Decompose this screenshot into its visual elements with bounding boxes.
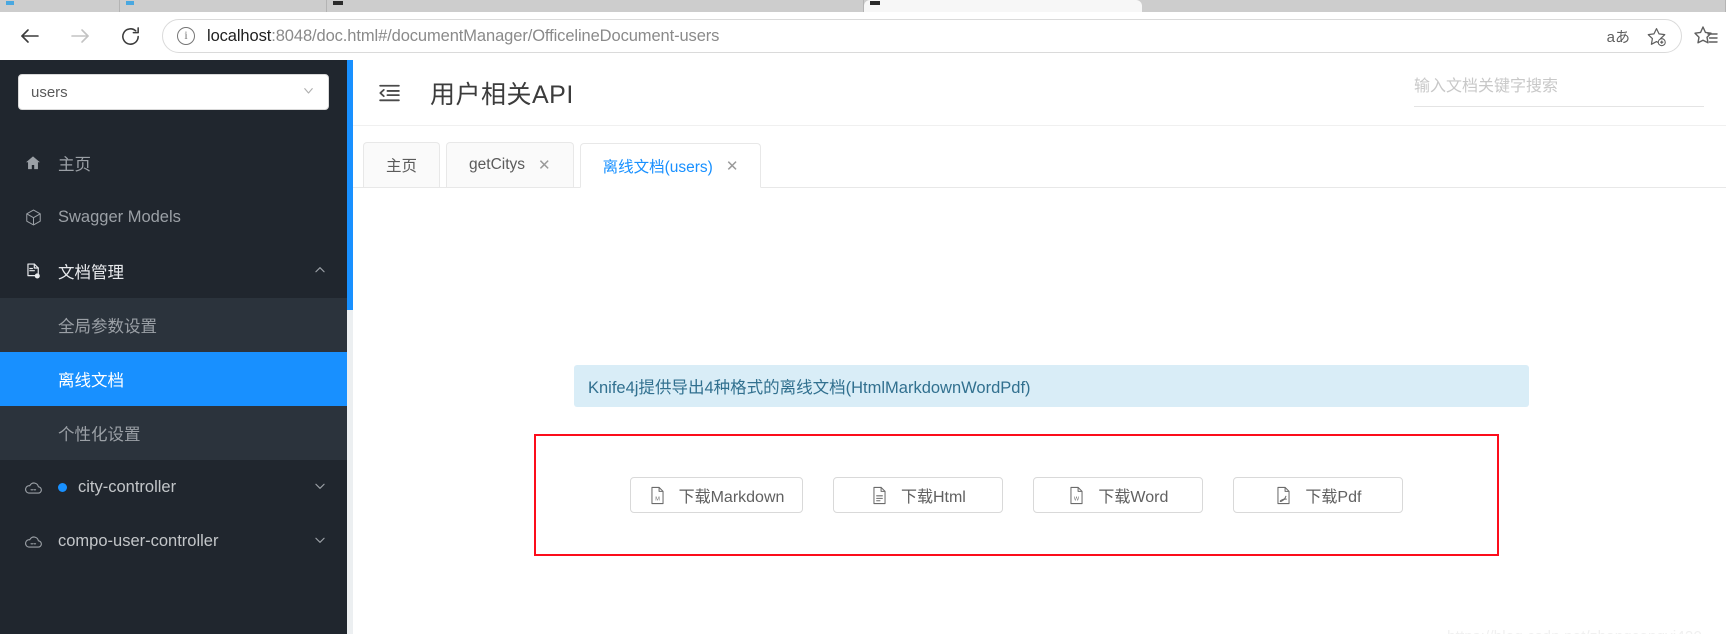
sidebar-item-compo-user-controller[interactable]: compo-user-controller	[0, 514, 347, 568]
sidebar-item-city-controller[interactable]: city-controller	[0, 460, 347, 514]
sidebar-item-label: 主页	[58, 156, 91, 174]
browser-tab[interactable]	[1142, 0, 1726, 12]
tab-getcitys[interactable]: getCitys ✕	[446, 142, 574, 187]
svg-text:M: M	[655, 496, 660, 502]
file-markdown-icon: M	[649, 486, 666, 505]
document-tabs: 主页 getCitys ✕ 离线文档(users) ✕	[353, 126, 1726, 188]
address-bar[interactable]: i localhost:8048/doc.html#/documentManag…	[162, 19, 1682, 53]
tab-label: getCitys	[469, 156, 526, 173]
sidebar-subitem-label: 个性化设置	[58, 426, 141, 444]
cube-icon	[22, 208, 44, 227]
browser-tab-strip	[0, 0, 1726, 12]
file-word-icon: W	[1068, 486, 1085, 505]
sidebar-item-global-params[interactable]: 全局参数设置	[0, 298, 347, 352]
main-panel: 用户相关API 主页 getCitys ✕ 离线文档(users) ✕ Knif…	[353, 60, 1726, 634]
sidebar-nav: 主页 Swagger Models 文档管理 全局参数设置 离线文档 个性化设置…	[0, 136, 347, 568]
browser-tab[interactable]	[120, 0, 327, 12]
doc-search-wrap	[1414, 74, 1704, 107]
main-header: 用户相关API	[353, 60, 1726, 126]
sidebar-item-home[interactable]: 主页	[0, 136, 347, 190]
tab-favicon	[126, 1, 134, 5]
status-dot	[58, 482, 67, 492]
content-area: Knife4j提供导出4种格式的离线文档(HtmlMarkdownWordPdf…	[353, 188, 1726, 634]
chevron-down-icon	[301, 83, 316, 101]
menu-fold-icon[interactable]	[377, 80, 402, 105]
download-button-label: 下载Pdf	[1305, 489, 1362, 506]
sidebar-item-label: 文档管理	[58, 264, 124, 282]
document-settings-icon	[22, 262, 44, 281]
sidebar-item-document-manager[interactable]: 文档管理	[0, 244, 347, 298]
download-word-button[interactable]: W 下载Word	[1033, 477, 1204, 513]
home-icon	[22, 154, 44, 172]
chevron-down-icon[interactable]	[313, 533, 327, 550]
close-icon[interactable]: ✕	[726, 157, 739, 175]
tab-offline-document-users[interactable]: 离线文档(users) ✕	[579, 143, 762, 188]
sidebar-item-offline-document[interactable]: 离线文档	[0, 352, 347, 406]
app-root: i localhost:8048/doc.html#/documentManag…	[0, 0, 1726, 634]
site-info-icon[interactable]: i	[177, 27, 195, 45]
close-icon[interactable]: ✕	[538, 156, 551, 174]
read-aloud-icon[interactable]: aあ	[1607, 26, 1630, 47]
file-html-icon	[871, 486, 888, 505]
tab-label: 离线文档(users)	[602, 158, 713, 176]
favorite-star-icon[interactable]	[1646, 26, 1667, 47]
tab-home[interactable]: 主页	[363, 142, 441, 187]
watermark: https://blog.csdn.net/zhangcongyi420	[1447, 628, 1702, 634]
cloud-icon	[22, 531, 44, 552]
page-title: 用户相关API	[430, 80, 574, 109]
sidebar-controller-label: compo-user-controller	[58, 531, 219, 550]
browser-tab[interactable]	[0, 0, 120, 12]
omnibox-actions: aあ	[1607, 26, 1667, 47]
tab-favicon	[6, 1, 14, 5]
browser-tab[interactable]	[327, 0, 864, 12]
sidebar-item-swagger-models[interactable]: Swagger Models	[0, 190, 347, 244]
search-input[interactable]	[1414, 74, 1704, 107]
svg-text:W: W	[1074, 496, 1080, 502]
browser-toolbar: i localhost:8048/doc.html#/documentManag…	[0, 12, 1726, 60]
url-text: localhost:8048/doc.html#/documentManager…	[207, 27, 719, 46]
tab-favicon	[870, 1, 880, 5]
reload-button[interactable]	[110, 16, 150, 56]
sidebar-subitem-label: 离线文档	[58, 372, 124, 390]
back-arrow-icon	[21, 29, 39, 43]
chevron-down-icon[interactable]	[313, 479, 327, 496]
sidebar: users 主页 Swagger Models 文档管理 全局参数设置 离线文档…	[0, 60, 347, 634]
url-host: localhost	[207, 26, 272, 45]
info-alert: Knife4j提供导出4种格式的离线文档(HtmlMarkdownWordPdf…	[574, 365, 1529, 407]
download-pdf-button[interactable]: 下载Pdf	[1233, 477, 1404, 513]
cloud-icon	[22, 477, 44, 498]
download-button-label: 下载Word	[1098, 489, 1169, 506]
url-path: :8048/doc.html#/documentManager/Officeli…	[271, 26, 720, 45]
sidebar-subitem-label: 全局参数设置	[58, 318, 157, 336]
download-button-label: 下载Markdown	[678, 489, 785, 506]
back-button[interactable]	[10, 16, 50, 56]
download-button-label: 下载Html	[900, 489, 966, 506]
download-buttons-panel: M 下载Markdown 下载Html W 下载Word 下载Pdf	[534, 434, 1499, 556]
service-select-value: users	[31, 83, 68, 101]
forward-arrow-icon	[71, 29, 89, 43]
tab-favicon	[333, 1, 343, 5]
browser-trailing-icons	[1694, 24, 1726, 48]
collections-icon[interactable]	[1694, 24, 1718, 48]
download-markdown-button[interactable]: M 下载Markdown	[629, 477, 804, 513]
download-html-button[interactable]: 下载Html	[833, 477, 1004, 513]
service-select[interactable]: users	[18, 74, 329, 110]
tab-label: 主页	[386, 158, 418, 175]
collections-star-icon	[1694, 26, 1718, 44]
file-pdf-icon	[1275, 486, 1292, 505]
info-alert-text: Knife4j提供导出4种格式的离线文档(HtmlMarkdownWordPdf…	[588, 379, 1031, 397]
sidebar-controller-label: city-controller	[78, 477, 177, 496]
sidebar-item-personalization[interactable]: 个性化设置	[0, 406, 347, 460]
reload-icon	[121, 26, 139, 45]
star-outline	[1647, 27, 1666, 46]
chevron-up-icon[interactable]	[313, 263, 327, 280]
browser-tab-active[interactable]	[864, 0, 1142, 12]
sidebar-item-label: Swagger Models	[58, 207, 181, 226]
sidebar-subgroup-document-manager: 全局参数设置 离线文档 个性化设置	[0, 298, 347, 460]
forward-button[interactable]	[60, 16, 100, 56]
